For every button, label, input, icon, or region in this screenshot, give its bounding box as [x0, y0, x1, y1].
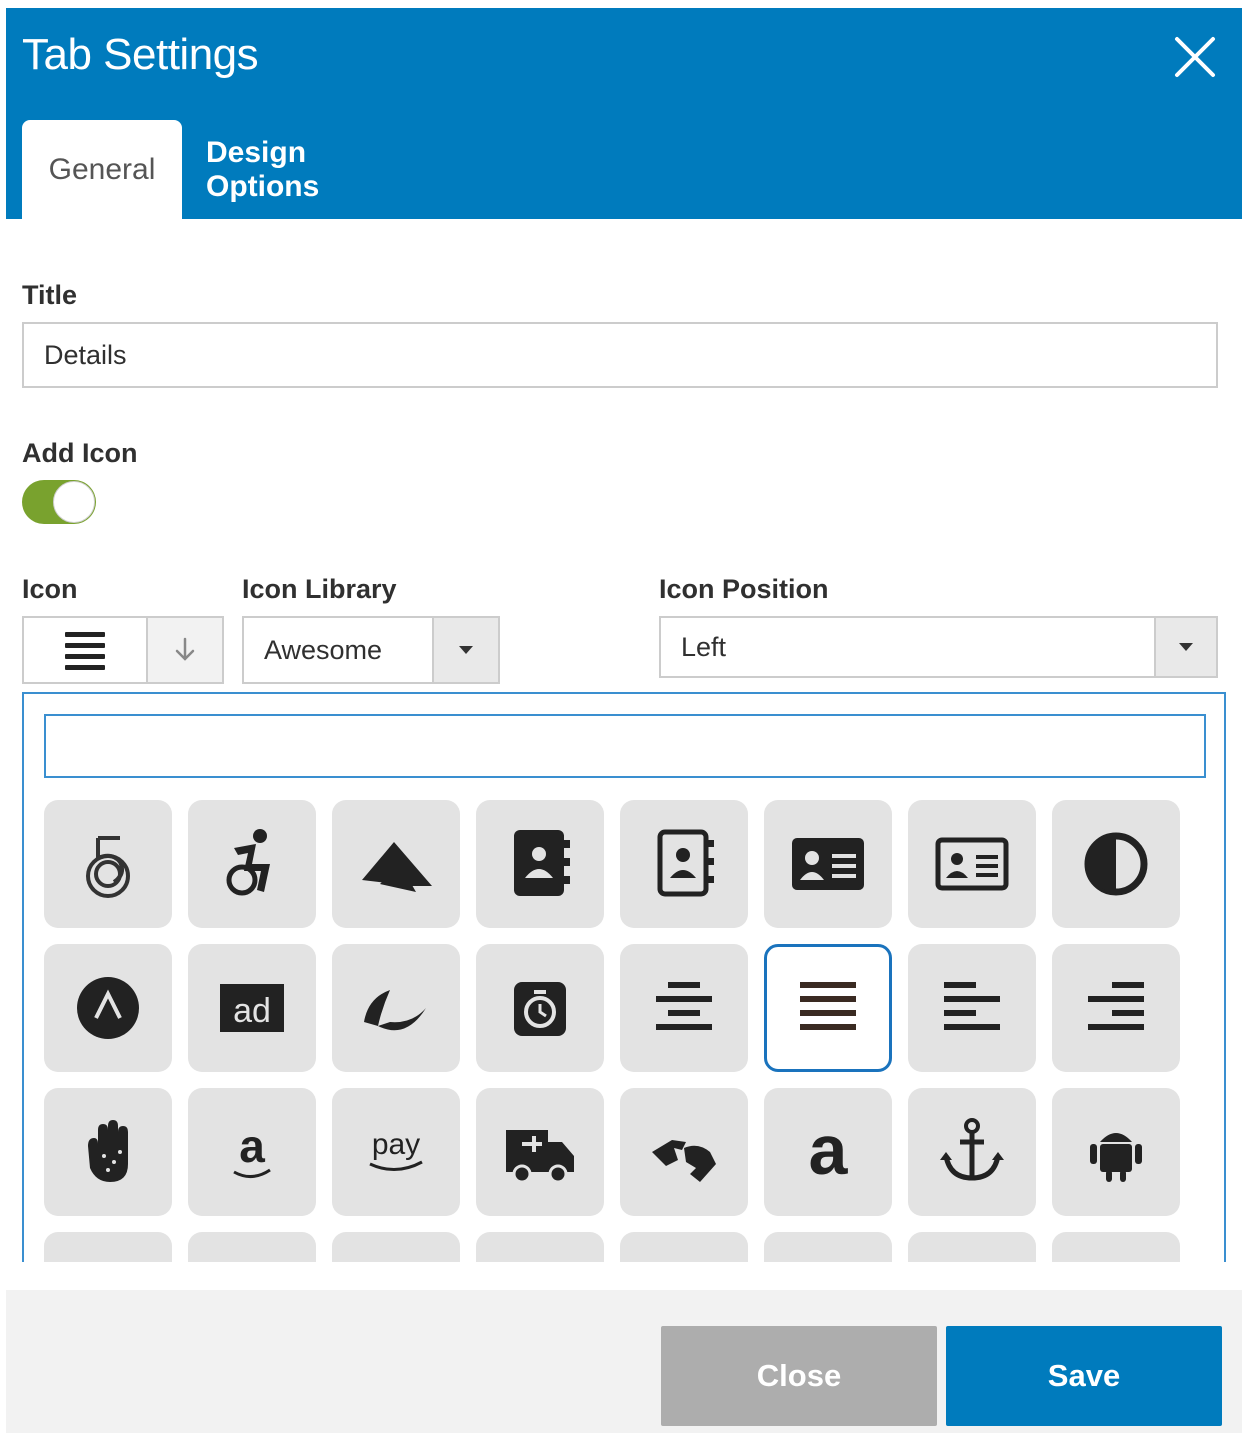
ad-icon[interactable]: ad: [188, 944, 316, 1072]
align-right-icon[interactable]: [1052, 944, 1180, 1072]
angellist-icon[interactable]: a: [764, 1088, 892, 1216]
icon-picker: ad a pay a: [22, 692, 1226, 1262]
add-icon-label: Add Icon: [22, 438, 138, 468]
stopwatch-icon[interactable]: [476, 944, 604, 1072]
amazon-pay-icon[interactable]: pay: [332, 1088, 460, 1216]
svg-text:pay: pay: [372, 1128, 420, 1161]
adjust-icon[interactable]: [1052, 800, 1180, 928]
icon-position-value: Left: [681, 631, 727, 662]
icon-library-select[interactable]: Awesome: [242, 616, 500, 684]
affiliatetheme-icon[interactable]: [332, 944, 460, 1072]
address-card-outline-icon[interactable]: [908, 800, 1036, 928]
sign-language-icon[interactable]: [620, 1088, 748, 1216]
icon-tile[interactable]: [1052, 1232, 1180, 1262]
toggle-knob: [53, 481, 95, 523]
title-label: Title: [22, 280, 78, 310]
icon-tile[interactable]: [476, 1232, 604, 1262]
svg-text:a: a: [809, 1112, 849, 1189]
align-justify-icon: [24, 618, 146, 682]
amazon-icon[interactable]: a: [188, 1088, 316, 1216]
android-icon[interactable]: [1052, 1088, 1180, 1216]
close-icon[interactable]: [1172, 34, 1218, 80]
anchor-icon[interactable]: [908, 1088, 1036, 1216]
tab-general[interactable]: General: [22, 120, 182, 219]
address-book-outline-icon[interactable]: [620, 800, 748, 928]
accessible-icon[interactable]: [188, 800, 316, 928]
icon-position-select[interactable]: Left: [659, 616, 1218, 678]
icon-library-value: Awesome: [264, 634, 383, 665]
arrow-down-icon[interactable]: [146, 618, 222, 682]
address-card-icon[interactable]: [764, 800, 892, 928]
icon-select[interactable]: [22, 616, 224, 684]
tab-design-options[interactable]: Design Options: [206, 120, 426, 219]
icon-tile[interactable]: [188, 1232, 316, 1262]
align-center-icon[interactable]: [620, 944, 748, 1072]
align-justify-icon[interactable]: [764, 944, 892, 1072]
svg-text:ad: ad: [233, 992, 271, 1030]
accusoft-icon[interactable]: [332, 800, 460, 928]
chevron-down-icon: [1154, 618, 1216, 676]
ambulance-icon[interactable]: [476, 1088, 604, 1216]
icon-label: Icon: [22, 574, 78, 604]
500px-icon[interactable]: [44, 800, 172, 928]
icon-tile[interactable]: [332, 1232, 460, 1262]
save-button[interactable]: Save: [946, 1326, 1222, 1426]
close-button[interactable]: Close: [661, 1326, 937, 1426]
icon-library-label: Icon Library: [242, 574, 397, 604]
dialog-header: Tab Settings General Design Options: [6, 8, 1242, 219]
svg-text:a: a: [239, 1120, 265, 1172]
tab-settings-dialog: Tab Settings General Design Options Titl…: [6, 8, 1242, 1433]
allergies-icon[interactable]: [44, 1088, 172, 1216]
icon-tile[interactable]: [764, 1232, 892, 1262]
adversal-icon[interactable]: [44, 944, 172, 1072]
icon-search-input[interactable]: [44, 714, 1206, 778]
address-book-icon[interactable]: [476, 800, 604, 928]
dialog-title: Tab Settings: [22, 30, 259, 79]
icon-tile[interactable]: [908, 1232, 1036, 1262]
icon-tile[interactable]: [620, 1232, 748, 1262]
icon-position-label: Icon Position: [659, 574, 829, 604]
chevron-down-icon: [432, 618, 498, 682]
icon-tile[interactable]: [44, 1232, 172, 1262]
title-input[interactable]: Details: [22, 322, 1218, 388]
align-left-icon[interactable]: [908, 944, 1036, 1072]
add-icon-toggle[interactable]: [22, 480, 96, 524]
